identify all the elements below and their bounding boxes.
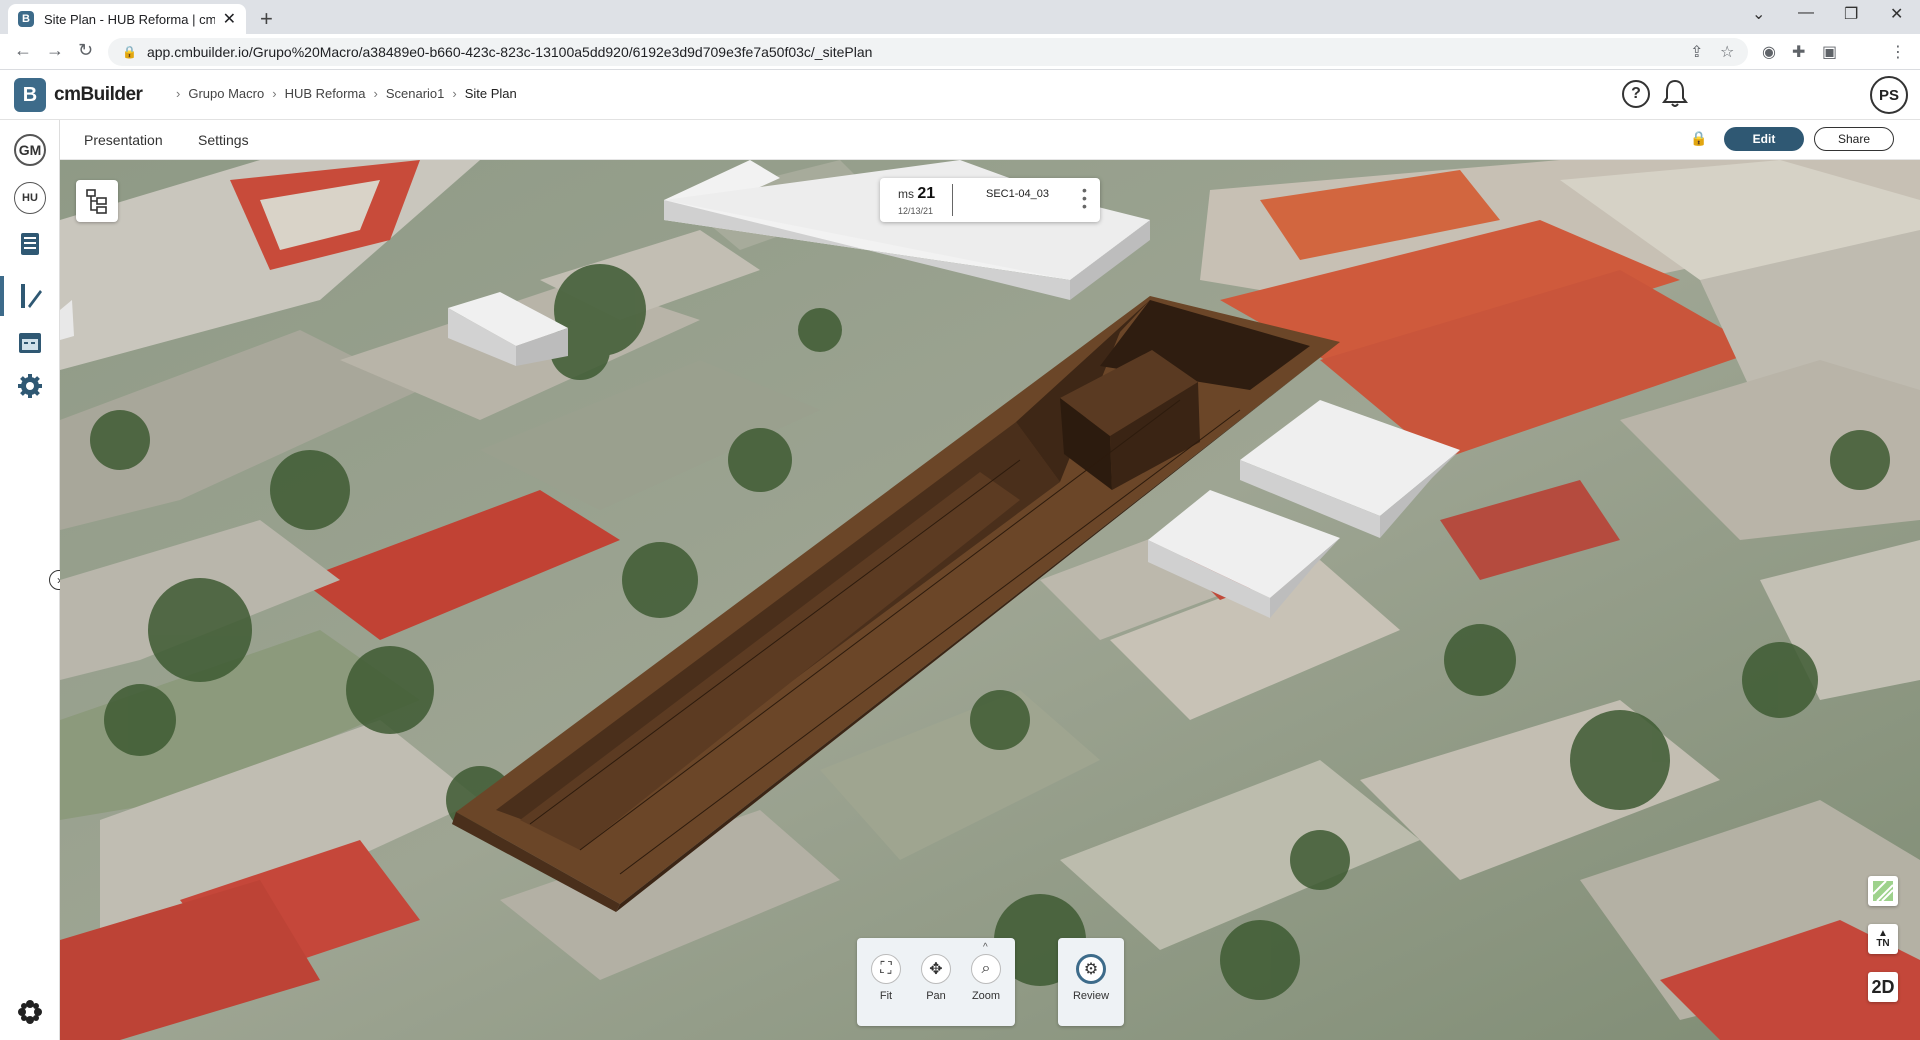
basemap-toggle-button[interactable] [1868, 876, 1898, 906]
browser-tab-bar: B Site Plan - HUB Reforma | cmBuil ✕ + ⌄… [0, 0, 1920, 34]
hierarchy-icon [86, 189, 107, 214]
share-page-icon[interactable]: ⇪ [1690, 42, 1703, 62]
pan-label: Pan [926, 990, 946, 1002]
back-icon[interactable]: ← [14, 40, 32, 61]
map-layer-icon [1872, 880, 1894, 902]
tab-search-icon[interactable]: ⌄ [1752, 4, 1765, 24]
breadcrumb-chevron-icon: › [272, 86, 277, 101]
view-mode-button[interactable]: 2D [1868, 972, 1898, 1002]
breadcrumb: › Grupo Macro › HUB Reforma › Scenario1 … [168, 86, 517, 101]
notification-bell-icon[interactable] [1662, 78, 1688, 108]
gear-icon[interactable] [14, 370, 46, 402]
zoom-label: Zoom [971, 990, 1001, 1002]
url-text: app.cmbuilder.io/Grupo%20Macro/a38489e0-… [146, 44, 873, 60]
share-button[interactable]: Share [1814, 127, 1894, 151]
true-north-button[interactable]: ▲ TN [1868, 924, 1898, 954]
ms-label: ms 21 [898, 185, 936, 202]
address-bar-row: ← → ↻ 🔒 app.cmbuilder.io/Grupo%20Macro/a… [0, 34, 1920, 70]
review-control: ⚙ Review [1058, 938, 1124, 1026]
zoom-icon: ⌕ [971, 954, 1001, 984]
window-close-icon[interactable]: ✕ [1890, 4, 1903, 24]
new-tab-icon[interactable]: + [260, 6, 273, 32]
breadcrumb-project[interactable]: HUB Reforma [285, 86, 366, 101]
flower-icon[interactable] [14, 996, 46, 1028]
help-icon[interactable]: ? [1622, 80, 1650, 108]
app-logo[interactable]: B cmBuilder [14, 78, 143, 112]
pan-icon: ✥ [921, 954, 951, 984]
browser-menu-icon[interactable]: ⋮ [1890, 42, 1906, 62]
review-label: Review [1072, 990, 1110, 1002]
sub-toolbar: Presentation Settings 🔒 Edit Share [60, 120, 1920, 160]
extension-icon[interactable]: ◉ [1762, 42, 1776, 62]
favicon-icon: B [18, 11, 34, 27]
true-north-label: TN [1876, 938, 1890, 949]
breadcrumb-chevron-icon: › [373, 86, 378, 101]
app-header: B cmBuilder › Grupo Macro › HUB Reforma … [0, 70, 1920, 120]
minimize-icon[interactable]: — [1798, 4, 1814, 22]
lock-toggle-icon[interactable]: 🔒 [1690, 130, 1707, 147]
bookmark-star-icon[interactable]: ☆ [1720, 42, 1734, 62]
breadcrumb-current: Site Plan [464, 86, 517, 101]
section-code: SEC1-04_03 [986, 188, 1049, 200]
fit-icon: ⛶ [871, 954, 901, 984]
project-avatar[interactable]: HU [14, 182, 46, 214]
edit-button[interactable]: Edit [1724, 127, 1804, 151]
pencil-ruler-icon[interactable] [14, 280, 46, 312]
more-options-icon[interactable]: • • • [1082, 183, 1087, 213]
restore-icon[interactable]: ❐ [1844, 4, 1858, 24]
forward-icon[interactable]: → [46, 40, 64, 61]
active-indicator [0, 276, 4, 316]
org-avatar[interactable]: GM [14, 134, 46, 166]
logo-mark: B [14, 78, 46, 112]
info-date: 12/13/21 [898, 206, 934, 216]
tab-presentation[interactable]: Presentation [84, 132, 163, 148]
tab-settings[interactable]: Settings [198, 132, 249, 148]
breadcrumb-chevron-icon: › [452, 86, 457, 101]
info-divider [952, 184, 953, 216]
breadcrumb-scenario[interactable]: Scenario1 [386, 86, 445, 101]
browser-tab[interactable]: B Site Plan - HUB Reforma | cmBuil ✕ [8, 4, 246, 34]
logo-name: cmBuilder [54, 84, 143, 105]
ms-number: 21 [917, 185, 936, 202]
chevron-up-icon[interactable]: ^ [983, 942, 988, 953]
zoom-button[interactable]: ⌕ Zoom [961, 954, 1011, 1002]
url-input[interactable]: 🔒 app.cmbuilder.io/Grupo%20Macro/a38489e… [108, 38, 1748, 66]
layer-tree-button[interactable] [76, 180, 118, 222]
calendar-icon[interactable] [14, 326, 46, 358]
navigation-controls: ^ ⛶ Fit ✥ Pan ⌕ Zoom [857, 938, 1015, 1026]
reload-icon[interactable]: ↻ [78, 40, 93, 61]
scenario-info-card[interactable]: ms 21 12/13/21 SEC1-04_03 • • • [880, 178, 1100, 222]
close-tab-icon[interactable]: ✕ [223, 9, 236, 29]
puzzle-icon[interactable]: ✚ [1792, 42, 1805, 62]
breadcrumb-chevron-icon: › [176, 86, 181, 101]
fit-label: Fit [879, 990, 893, 1002]
side-panel-icon[interactable]: ▣ [1822, 42, 1837, 62]
review-icon: ⚙ [1076, 954, 1106, 984]
fit-button[interactable]: ⛶ Fit [861, 954, 911, 1002]
tab-title: Site Plan - HUB Reforma | cmBuil [44, 11, 215, 27]
lock-icon: 🔒 [122, 45, 137, 59]
review-button[interactable]: ⚙ Review [1066, 954, 1116, 1002]
book-icon[interactable] [14, 228, 46, 260]
breadcrumb-org[interactable]: Grupo Macro [188, 86, 264, 101]
map-viewport[interactable]: ms 21 12/13/21 SEC1-04_03 • • • ^ ⛶ Fit ✥ … [60, 160, 1920, 1040]
user-avatar[interactable]: PS [1870, 76, 1908, 114]
satellite-scene [60, 160, 1920, 1040]
pan-button[interactable]: ✥ Pan [911, 954, 961, 1002]
